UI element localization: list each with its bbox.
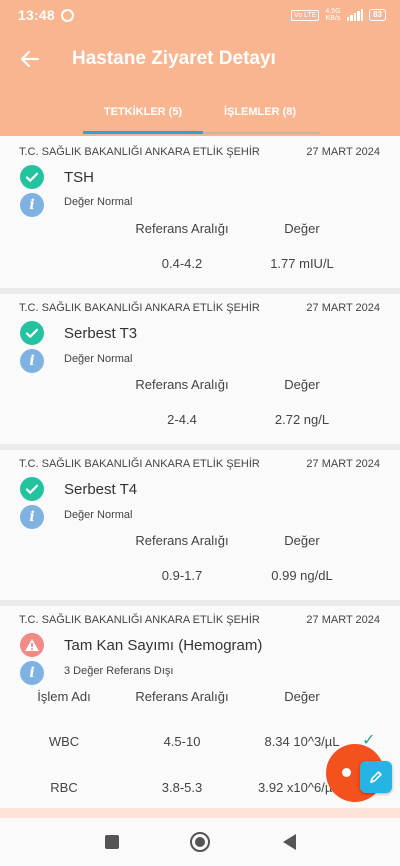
check-circle-icon [20,165,44,189]
test-name: Tam Kan Sayımı (Hemogram) [64,637,263,654]
result-date: 27 MART 2024 [306,614,380,626]
network-speed: 4,5G KB/s [325,8,341,22]
check-circle-icon [20,321,44,345]
signal-icon [346,9,364,21]
info-icon[interactable]: i [20,505,44,529]
warning-triangle-icon [20,633,44,657]
result-card[interactable]: T.C. SAĞLIK BAKANLIĞI ANKARA ETLİK ŞEHİR… [0,136,400,292]
column-header-range: Referans Aralığı [135,533,229,548]
result-value: 1.77 mIU/L [270,256,334,271]
edit-button[interactable] [360,761,392,793]
results-list[interactable]: T.C. SAĞLIK BAKANLIĞI ANKARA ETLİK ŞEHİR… [0,136,400,808]
column-header-name: İşlem Adı [37,689,91,704]
status-bar: 13:48 Vo LTE 4,5G KB/s 83 [0,0,400,30]
tab-track [203,132,320,134]
test-name: Serbest T3 [64,325,138,342]
result-status: 3 Değer Referans Dışı [64,665,174,677]
alarm-icon [60,8,74,22]
test-name: Serbest T4 [64,481,138,498]
check-circle-icon [20,477,44,501]
reference-range: 3.8-5.3 [161,780,203,795]
app-bar: Hastane Ziyaret Detayı [0,30,400,88]
bottom-separator [0,808,400,818]
result-value: 8.34 10^3/µL [264,734,340,749]
fab-dot [342,768,351,777]
system-navigation-bar [0,818,400,866]
result-date: 27 MART 2024 [306,146,380,158]
result-date: 27 MART 2024 [306,458,380,470]
info-icon[interactable]: i [20,349,44,373]
arrow-left-icon [20,50,40,68]
home-button[interactable] [189,831,211,853]
battery-icon: 83 [369,9,386,21]
reference-range: 0.9-1.7 [161,568,203,583]
result-value: 0.99 ng/dL [271,568,333,583]
result-status: Değer Normal [64,196,133,208]
column-header-range: Referans Aralığı [135,221,229,236]
reference-range: 4.5-10 [163,734,201,749]
column-header-range: Referans Aralığı [135,689,229,704]
tab-bar: TETKİKLER (5) İŞLEMLER (8) [0,88,400,136]
triangle-back-icon [282,834,296,850]
column-header-value: Değer [284,377,320,392]
test-item-name: WBC [48,734,80,749]
column-header-value: Değer [284,689,320,704]
hospital-name: T.C. SAĞLIK BAKANLIĞI ANKARA ETLİK ŞEHİR [19,146,260,158]
result-status: Değer Normal [64,509,133,521]
pen-icon [370,771,382,784]
reference-range: 2-4.4 [167,412,197,427]
column-header-range: Referans Aralığı [135,377,229,392]
square-icon [105,835,119,849]
tab-indicator [83,131,203,134]
recent-apps-button[interactable] [101,831,123,853]
test-item-name: RBC [50,780,78,795]
result-date: 27 MART 2024 [306,302,380,314]
back-button[interactable] [0,30,60,88]
result-card[interactable]: T.C. SAĞLIK BAKANLIĞI ANKARA ETLİK ŞEHİR… [0,450,400,600]
info-icon[interactable]: i [20,193,44,217]
status-time: 13:48 [18,7,55,23]
result-status: Değer Normal [64,353,133,365]
volte-icon: Vo LTE [290,9,320,21]
result-card[interactable]: T.C. SAĞLIK BAKANLIĞI ANKARA ETLİK ŞEHİR… [0,294,400,444]
column-header-value: Değer [284,533,320,548]
reference-range: 0.4-4.2 [161,256,203,271]
tab-tetkikler[interactable]: TETKİKLER (5) [83,88,203,136]
hospital-name: T.C. SAĞLIK BAKANLIĞI ANKARA ETLİK ŞEHİR [19,302,260,314]
system-back-button[interactable] [278,831,300,853]
home-circle-icon [190,832,210,852]
page-title: Hastane Ziyaret Detayı [72,48,276,69]
hospital-name: T.C. SAĞLIK BAKANLIĞI ANKARA ETLİK ŞEHİR [19,458,260,470]
result-value: 2.72 ng/L [274,412,330,427]
hospital-name: T.C. SAĞLIK BAKANLIĞI ANKARA ETLİK ŞEHİR [19,614,260,626]
test-name: TSH [64,169,94,186]
tab-islemler[interactable]: İŞLEMLER (8) [200,88,320,136]
column-header-value: Değer [284,221,320,236]
info-icon[interactable]: i [20,661,44,685]
